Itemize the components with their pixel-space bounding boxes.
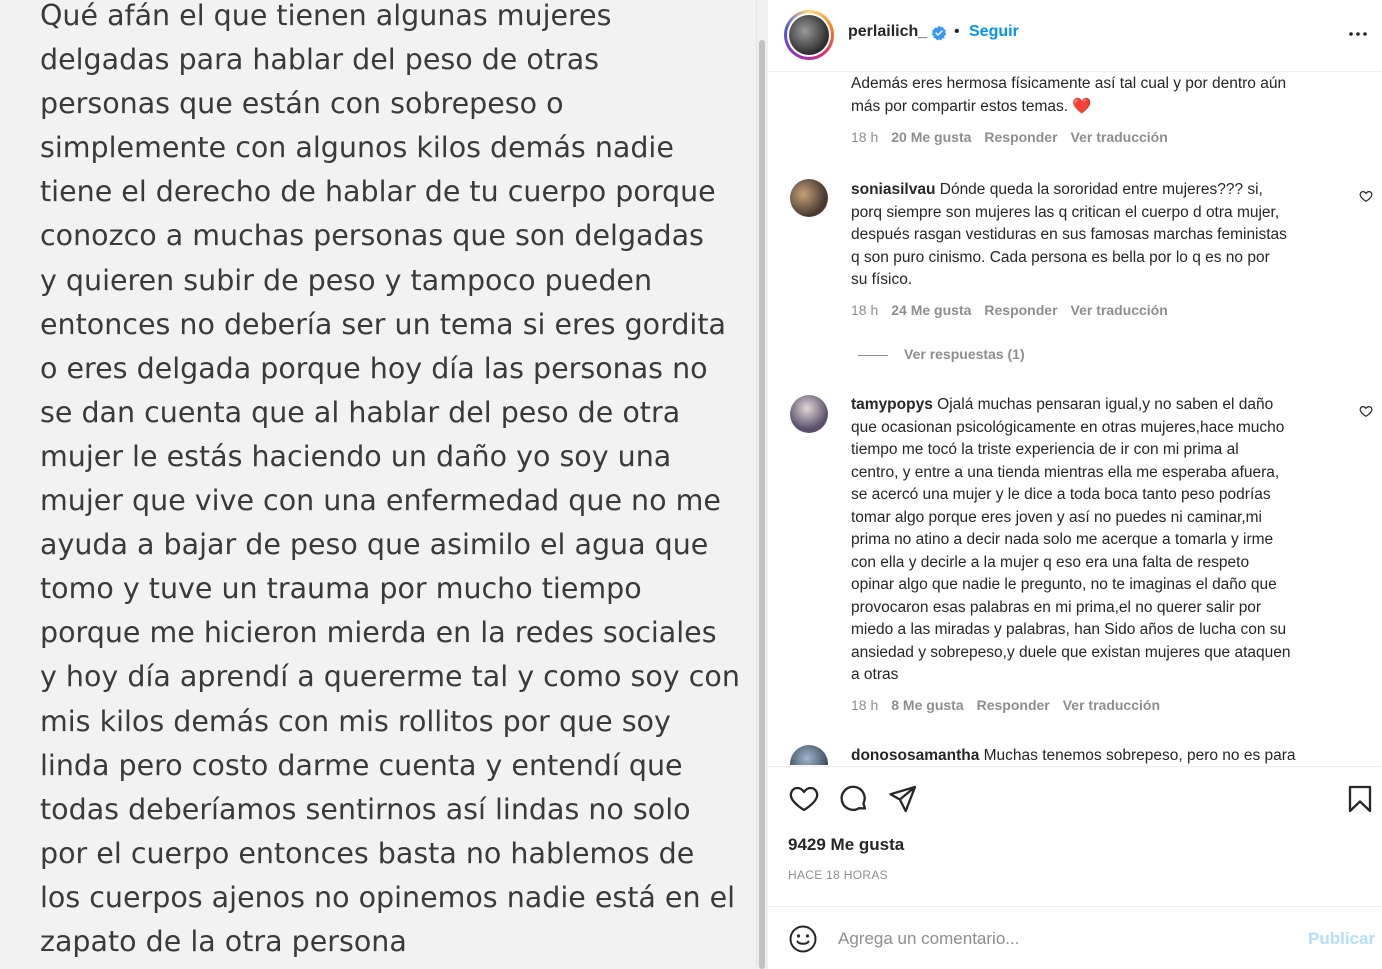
comment-text-line: Muchas tenemos sobrepeso, pero no es par…	[983, 747, 1296, 764]
post-text-line: o eres delgada porque hoy día las person…	[40, 351, 708, 385]
comment-text-line: con ella y decirle a la mujer q eso era …	[851, 553, 1250, 571]
reply-button[interactable]: Responder	[977, 697, 1050, 713]
comment-text: soniasilvau Dónde queda la sororidad ent…	[851, 179, 1351, 292]
commenter-avatar[interactable]	[790, 395, 828, 433]
author-username[interactable]: perlailich_	[848, 23, 927, 41]
post-text-line: ayuda a bajar de peso que asimilo el agu…	[40, 528, 709, 562]
post-text-line: linda pero costo darme cuenta y entendí …	[40, 748, 683, 782]
post-text-line: simplemente con algunos kilos demás nadi…	[40, 131, 674, 165]
comment-text-line: q son puro cinismo. Cada persona es bell…	[851, 248, 1270, 266]
post-text-line: conozco a muchas personas que son delgad…	[40, 219, 704, 253]
comment-text-line: tiempo me tocó la triste experiencia de …	[851, 441, 1239, 458]
comment-text-line: tomar algo porque eres joven y así no pu…	[851, 508, 1262, 526]
comment-likes[interactable]: 20 Me gusta	[891, 129, 971, 145]
comment-text-line: provocaron esas palabras en mi prima,el …	[851, 598, 1262, 616]
translate-button[interactable]: Ver traducción	[1063, 697, 1160, 713]
commenter-username[interactable]: tamypopys	[851, 396, 933, 413]
comment-text-line: que ocasionan psicológicamente en otras …	[851, 418, 1285, 436]
reply-button[interactable]: Responder	[984, 129, 1057, 145]
comment-text: donososamantha Muchas tenemos sobrepeso,…	[851, 745, 1351, 765]
post-actions: 9429 Me gusta HACE 18 HORAS	[768, 766, 1382, 896]
post-text-line: y hoy día aprendí a quererme tal y como …	[40, 660, 740, 694]
post-text-line: personas que están con sobrepeso o	[40, 87, 564, 121]
comment-text-line: Dónde queda la sororidad entre mujeres??…	[939, 181, 1263, 198]
comment-text-line: después rasgan vestiduras en sus famosas…	[851, 226, 1287, 243]
post-text-line: zapato de la otra persona	[40, 924, 407, 958]
comment-bar: Publicar	[768, 906, 1382, 969]
comment-text-line: prima no atino a decir nada solo me acer…	[851, 531, 1274, 548]
post-text-line: y quieren subir de peso y tampoco pueden	[40, 263, 653, 297]
comment-text: tamypopys Ojalá muchas pensaran igual,y …	[851, 394, 1351, 687]
post-image: Qué afán el que tienen algunas mujeres de…	[0, 0, 756, 969]
comment-text: Además eres hermosa físicamente así tal …	[851, 75, 1287, 115]
scrollbar-thumb[interactable]	[759, 40, 765, 969]
translate-button[interactable]: Ver traducción	[1071, 302, 1168, 318]
comment-like-icon[interactable]	[1359, 404, 1373, 418]
commenter-username[interactable]: soniasilvau	[851, 181, 935, 198]
commenter-username[interactable]: donososamantha	[851, 747, 979, 764]
comment-text-line: ansiedad y sobrepeso,y duele que existan…	[851, 643, 1291, 661]
comment-meta: 18 h 24 Me gusta Responder Ver traducción	[851, 302, 1181, 318]
post-text-line: porque me hicieron mierda en la redes so…	[40, 616, 717, 650]
comment-time[interactable]: 18 h	[851, 697, 878, 713]
paper-plane-icon[interactable]	[887, 783, 919, 815]
comment-text-line: opinar algo que nadie le pregunto, no te…	[851, 576, 1277, 593]
post-scrollbar[interactable]	[756, 0, 768, 969]
post-time: HACE 18 HORAS	[788, 868, 888, 882]
post-text-line: mujer le estás haciendo un daño yo soy u…	[40, 439, 672, 473]
post-text-line: entonces no debería ser un tema si eres …	[40, 307, 726, 341]
post-text-line: tiene el derecho de hablar de tu cuerpo …	[40, 175, 716, 209]
post-text-line: por el cuerpo entonces basta no hablemos…	[40, 836, 695, 870]
likes-count[interactable]: 9429 Me gusta	[788, 835, 904, 855]
view-replies-button[interactable]: Ver respuestas (1)	[858, 346, 1025, 362]
comments-list[interactable]: Además eres hermosa físicamente así tal …	[768, 73, 1382, 765]
post-header: perlailich_ • Seguir	[768, 0, 1382, 72]
smiley-icon[interactable]	[788, 924, 818, 954]
publish-button[interactable]: Publicar	[1308, 929, 1375, 949]
comment-text-line: Ojalá muchas pensaran igual,y no saben e…	[937, 396, 1274, 413]
comment-likes[interactable]: 8 Me gusta	[891, 697, 963, 713]
comment-text-line: más por compartir estos temas. ❤️	[851, 97, 1092, 115]
post-text-line: se dan cuenta que al hablar del peso de …	[40, 395, 681, 429]
post-text-line: tomo y tuve un trauma por mucho tiempo	[40, 572, 642, 606]
comment-input[interactable]	[838, 925, 1288, 953]
comment-time[interactable]: 18 h	[851, 129, 878, 145]
translate-button[interactable]: Ver traducción	[1071, 129, 1168, 145]
comment-meta: 18 h 8 Me gusta Responder Ver traducción	[851, 697, 1173, 713]
post-text-line: mujer que vive con una enfermedad que no…	[40, 484, 721, 518]
post-text-line: Qué afán el que tienen algunas mujeres	[40, 0, 612, 32]
author-avatar[interactable]	[784, 10, 834, 60]
comment-text-line: miedo a las miradas y palabras, han Sido…	[851, 621, 1287, 638]
comment-text-line: se acercó una mujer y le dice a toda boc…	[851, 486, 1271, 503]
post-text-line: delgadas para hablar del peso de otras	[40, 43, 600, 77]
reply-button[interactable]: Responder	[984, 302, 1057, 318]
verified-badge-icon	[931, 25, 947, 41]
heart-icon[interactable]	[788, 783, 820, 815]
comment-meta: 18 h 20 Me gusta Responder Ver traducción	[851, 129, 1181, 145]
post-details-panel: perlailich_ • Seguir Además eres hermosa…	[768, 0, 1382, 969]
post-image-text: Qué afán el que tienen algunas mujeres de…	[40, 0, 740, 964]
comment-text-line: centro, y entre a una tienda mientras el…	[851, 463, 1280, 481]
comment-text-line: porq siempre son mujeres las q critican …	[851, 203, 1280, 221]
post-text-line: mis kilos demás con mis rollitos por que…	[40, 704, 671, 738]
comment-text-line: a otras	[851, 666, 899, 683]
comment-text-line: su físico.	[851, 271, 913, 288]
comment-time[interactable]: 18 h	[851, 302, 878, 318]
comment-like-icon[interactable]	[1359, 189, 1373, 203]
post-text-line: los cuerpos ajenos no opinemos nadie est…	[40, 880, 736, 914]
bookmark-icon[interactable]	[1344, 783, 1376, 815]
header-separator: •	[954, 23, 960, 40]
commenter-avatar[interactable]	[790, 745, 828, 765]
more-options-icon[interactable]	[1346, 22, 1370, 46]
comment-icon[interactable]	[838, 783, 870, 815]
commenter-avatar[interactable]	[790, 179, 828, 217]
comment-likes[interactable]: 24 Me gusta	[891, 302, 971, 318]
follow-button[interactable]: Seguir	[969, 23, 1019, 41]
post-text-line: todas deberíamos sentirnos así lindas no…	[40, 792, 691, 826]
